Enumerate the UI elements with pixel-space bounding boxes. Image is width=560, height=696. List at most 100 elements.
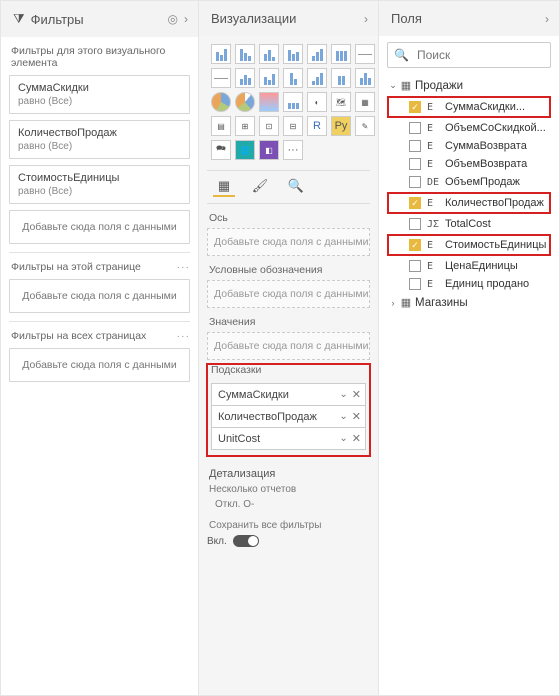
filters-pane: ⧩ Фильтры ◎ › Фильтры для этого визуальн… bbox=[1, 1, 199, 695]
well-axis-drop[interactable]: Добавьте сюда поля с данными bbox=[207, 228, 370, 256]
field-type-icon: DЕ bbox=[427, 177, 441, 188]
viz-type-icon[interactable]: R bbox=[307, 116, 327, 136]
filter-card[interactable]: КоличествоПродаж равно (Все) bbox=[9, 120, 190, 159]
viz-type-icon[interactable]: 🗪 bbox=[211, 140, 231, 160]
field-row[interactable]: ЕСуммаВозврата bbox=[387, 137, 551, 155]
chevron-down-icon[interactable]: ⌄ bbox=[339, 389, 347, 400]
field-type-icon: Е bbox=[427, 141, 441, 152]
viz-type-icon[interactable]: ◧ bbox=[259, 140, 279, 160]
field-checkbox[interactable] bbox=[409, 122, 421, 134]
filter-card[interactable]: СуммаСкидки равно (Все) bbox=[9, 75, 190, 114]
viz-gallery: ◐ 🗺 ▦ ▤ ⊞ ⊡ ⊟ R Py ✎ 🗪 🌐 ◧ ··· bbox=[207, 36, 370, 170]
field-row[interactable]: ЕЕдиниц продано bbox=[387, 275, 551, 293]
viz-type-icon[interactable] bbox=[211, 92, 231, 112]
viz-type-icon[interactable] bbox=[211, 68, 231, 88]
field-checkbox[interactable] bbox=[409, 158, 421, 170]
keep-filters-toggle[interactable] bbox=[233, 535, 259, 547]
format-tab[interactable]: 🖌 bbox=[249, 177, 271, 197]
more-icon[interactable]: ··· bbox=[177, 330, 191, 342]
viz-type-icon[interactable] bbox=[283, 92, 303, 112]
viz-type-icon[interactable] bbox=[235, 44, 255, 64]
field-checkbox[interactable] bbox=[409, 140, 421, 152]
viz-type-icon[interactable] bbox=[307, 44, 327, 64]
fields-search[interactable]: 🔍 bbox=[387, 42, 551, 68]
keep-filters-label: Сохранить все фильтры bbox=[209, 520, 370, 531]
viz-type-icon[interactable] bbox=[307, 68, 327, 88]
filters-all-label: Фильтры на всех страницах··· bbox=[11, 330, 190, 342]
analytics-tab[interactable]: 🔍 bbox=[285, 177, 307, 197]
viz-type-icon[interactable]: ◐ bbox=[307, 92, 327, 112]
table-row[interactable]: ›▦Магазины bbox=[387, 293, 551, 312]
filters-title: Фильтры bbox=[31, 12, 84, 27]
viz-type-icon[interactable] bbox=[355, 44, 375, 64]
field-row[interactable]: ЕОбъемВозврата bbox=[387, 155, 551, 173]
tooltip-field-item[interactable]: СуммаСкидки ⌄ ✕ bbox=[211, 383, 366, 406]
viz-type-icon[interactable] bbox=[259, 44, 279, 64]
well-axis-label: Ось bbox=[209, 212, 370, 224]
chevron-icon[interactable]: ⌄ bbox=[387, 80, 399, 91]
remove-icon[interactable]: ✕ bbox=[352, 410, 361, 423]
viz-type-icon[interactable]: 🌐 bbox=[235, 140, 255, 160]
field-name: ОбъемСоСкидкой... bbox=[445, 122, 549, 134]
cross-report-toggle-text[interactable]: Откл. O- bbox=[215, 499, 370, 510]
collapse-icon[interactable]: › bbox=[364, 12, 368, 26]
viz-type-icon[interactable]: ⊟ bbox=[283, 116, 303, 136]
fields-tab[interactable]: ▦ bbox=[213, 177, 235, 197]
collapse-icon[interactable]: › bbox=[184, 12, 188, 26]
field-checkbox[interactable]: ✓ bbox=[409, 197, 421, 209]
viz-type-icon[interactable] bbox=[283, 44, 303, 64]
field-checkbox[interactable]: ✓ bbox=[409, 101, 421, 113]
field-checkbox[interactable] bbox=[409, 176, 421, 188]
viz-type-icon[interactable] bbox=[331, 44, 351, 64]
viz-type-icon[interactable]: 🗺 bbox=[331, 92, 351, 112]
viz-type-icon[interactable]: Py bbox=[331, 116, 351, 136]
viz-type-icon[interactable] bbox=[259, 68, 279, 88]
viz-type-icon[interactable] bbox=[259, 92, 279, 112]
viz-type-icon[interactable]: ⊡ bbox=[259, 116, 279, 136]
table-row[interactable]: ⌄▦Продажи bbox=[387, 76, 551, 95]
field-type-icon: JΣ bbox=[427, 219, 441, 230]
field-row[interactable]: DЕОбъемПродаж bbox=[387, 173, 551, 191]
viz-type-icon[interactable]: ▤ bbox=[211, 116, 231, 136]
viz-type-icon[interactable] bbox=[235, 68, 255, 88]
field-row[interactable]: ЕЦенаЕдиницы bbox=[387, 257, 551, 275]
chevron-down-icon[interactable]: ⌄ bbox=[339, 411, 347, 422]
field-checkbox[interactable]: ✓ bbox=[409, 239, 421, 251]
filters-page-drop[interactable]: Добавьте сюда поля с данными bbox=[9, 279, 190, 313]
viz-type-icon[interactable] bbox=[355, 68, 375, 88]
field-row[interactable]: JΣ TotalCost bbox=[387, 215, 551, 233]
viz-type-icon[interactable] bbox=[235, 92, 255, 112]
tooltip-field-item[interactable]: UnitCost ⌄ ✕ bbox=[211, 427, 366, 450]
field-row[interactable]: ЕОбъемСоСкидкой... bbox=[387, 119, 551, 137]
viz-more-icon[interactable]: ··· bbox=[283, 140, 303, 160]
field-row[interactable]: ✓ЕСуммаСкидки... bbox=[387, 96, 551, 118]
viz-type-icon[interactable] bbox=[331, 68, 351, 88]
well-values-drop[interactable]: Добавьте сюда поля с данными bbox=[207, 332, 370, 360]
tooltip-field-item[interactable]: КоличествоПродаж ⌄ ✕ bbox=[211, 405, 366, 428]
fields-search-input[interactable] bbox=[415, 47, 559, 63]
viz-type-icon[interactable] bbox=[211, 44, 231, 64]
chevron-down-icon[interactable]: ⌄ bbox=[339, 433, 347, 444]
eye-icon[interactable]: ◎ bbox=[168, 12, 178, 26]
viz-type-icon[interactable]: ✎ bbox=[355, 116, 375, 136]
collapse-icon[interactable]: › bbox=[545, 12, 549, 26]
filter-card[interactable]: СтоимостьЕдиницы равно (Все) bbox=[9, 165, 190, 204]
filters-all-drop[interactable]: Добавьте сюда поля с данными bbox=[9, 348, 190, 382]
more-icon[interactable]: ··· bbox=[177, 261, 191, 273]
field-checkbox[interactable] bbox=[409, 278, 421, 290]
field-checkbox[interactable] bbox=[409, 260, 421, 272]
filters-visual-drop[interactable]: Добавьте сюда поля с данными bbox=[9, 210, 190, 244]
table-name: Продажи bbox=[415, 80, 549, 92]
field-checkbox[interactable] bbox=[409, 218, 421, 230]
remove-icon[interactable]: ✕ bbox=[352, 388, 361, 401]
viz-type-icon[interactable]: ⊞ bbox=[235, 116, 255, 136]
remove-icon[interactable]: ✕ bbox=[352, 432, 361, 445]
well-legend-drop[interactable]: Добавьте сюда поля с данными bbox=[207, 280, 370, 308]
field-row[interactable]: ✓ЕСтоимостьЕдиницы bbox=[387, 234, 551, 256]
field-row[interactable]: ✓ЕКоличествоПродаж bbox=[387, 192, 551, 214]
field-name: TotalCost bbox=[445, 218, 549, 230]
chevron-icon[interactable]: › bbox=[387, 298, 399, 308]
viz-type-icon[interactable] bbox=[283, 68, 303, 88]
viz-type-icon[interactable]: ▦ bbox=[355, 92, 375, 112]
field-type-icon: Е bbox=[427, 159, 441, 170]
